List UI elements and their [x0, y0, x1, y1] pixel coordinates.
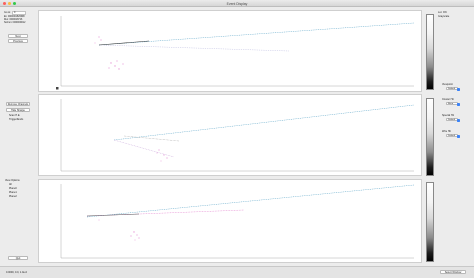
view-option-plane0[interactable]: Plane0 — [9, 187, 17, 190]
plane2-colorbar — [426, 182, 434, 262]
window-title: Event Display — [226, 1, 248, 6]
plane0-plot — [56, 16, 415, 90]
plane2-plot — [60, 184, 415, 259]
special-hit-popup-value: Default — [448, 119, 455, 121]
view-option-plane1[interactable]: Plane1 — [9, 191, 17, 194]
go-to-field[interactable]: 0 — [12, 11, 26, 15]
plane2-view-panel[interactable] — [38, 179, 422, 263]
subrun-number-text: Subrun: 0000000012 — [4, 22, 26, 24]
trigger-label: Trigger/Ends — [9, 118, 24, 121]
status-bar: 0.0000, 0.0, 1.0e-0 Select Window — [0, 266, 474, 278]
remove-channels-button[interactable]: Remove Channels — [6, 102, 30, 106]
select-window-button[interactable]: Select Window — [440, 269, 466, 274]
left-control-panel: Go to: 0 Ev: 0000001526698 Run: 00000187… — [0, 7, 38, 267]
view-option-all[interactable]: All — [9, 183, 12, 186]
viewpoint-popup-value: Default — [448, 88, 455, 90]
next-button[interactable]: Next — [8, 34, 28, 38]
plane0-view-panel[interactable] — [38, 10, 422, 92]
hide-sharpe-button[interactable]: Hide Sharpe — [6, 108, 30, 112]
cluster-hit-popup[interactable]: Reco — [446, 102, 460, 106]
wire-hit-popup[interactable]: Default — [446, 134, 460, 138]
chevron-down-icon — [457, 87, 460, 91]
special-hit-label: Special Hit — [442, 114, 454, 117]
cursor-readout: 0.0000, 0.0, 1.0e-0 — [6, 270, 27, 274]
plane0-colorbar — [426, 14, 434, 90]
cluster-hit-label: Cluster Hit — [442, 98, 454, 101]
previous-button[interactable]: Previous — [8, 39, 28, 43]
special-hit-popup[interactable]: Default — [446, 118, 460, 122]
chevron-down-icon — [457, 102, 460, 106]
wire-hit-popup-value: Default — [448, 135, 455, 137]
view-options-title: View Options — [5, 179, 20, 182]
viewpoint-popup[interactable]: Default — [446, 87, 460, 91]
chevron-down-icon — [457, 118, 460, 122]
plane1-view-panel[interactable] — [38, 94, 422, 176]
viewpoint-label: Viewpoint — [442, 83, 453, 86]
title-bar: Event Display — [0, 0, 474, 7]
right-control-panel: Lut: ON Grayscale Viewpoint Default Clus… — [437, 7, 474, 267]
chevron-down-icon — [457, 134, 460, 138]
scan-label: Scan H.E. — [9, 114, 21, 117]
plane1-plot — [60, 99, 415, 172]
view-option-plane2[interactable]: Plane2 — [9, 195, 17, 198]
quit-button[interactable]: Quit — [8, 256, 28, 260]
cluster-hit-popup-value: Reco — [448, 103, 454, 105]
go-to-label: Go to: — [4, 11, 11, 14]
lut-label: Lut: ON — [438, 11, 447, 14]
wire-hit-label: Wire Hit — [442, 130, 451, 133]
plane1-colorbar — [426, 98, 434, 176]
lut-value: Grayscale — [438, 15, 450, 18]
